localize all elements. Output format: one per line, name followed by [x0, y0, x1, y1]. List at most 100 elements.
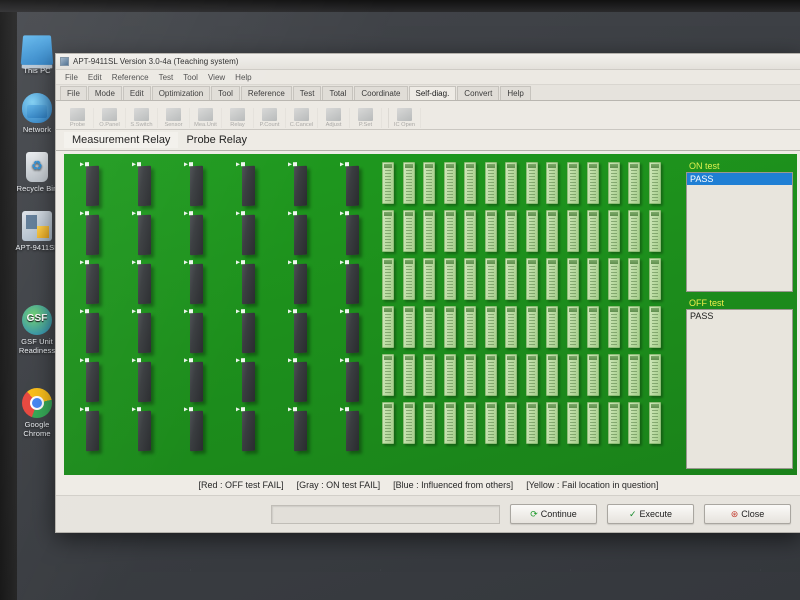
- light-relay[interactable]: [546, 258, 558, 300]
- tab-coordinate[interactable]: Coordinate: [354, 86, 408, 100]
- relay-map-canvas[interactable]: ON test PASS OFF test PASS: [64, 154, 797, 475]
- tab-reference[interactable]: Reference: [240, 86, 292, 100]
- light-relay[interactable]: [402, 402, 415, 444]
- page-tab-measurement-relay[interactable]: Measurement Relay: [64, 132, 179, 148]
- tab-convert[interactable]: Convert: [457, 86, 500, 100]
- page-tab-probe-relay[interactable]: Probe Relay: [178, 132, 255, 148]
- light-relay[interactable]: [443, 354, 456, 396]
- dark-relay[interactable]: [346, 263, 359, 305]
- dark-relay[interactable]: [346, 410, 359, 452]
- dark-relay[interactable]: [190, 410, 203, 452]
- light-relay[interactable]: [628, 210, 640, 252]
- title-bar[interactable]: APT-9411SL Version 3.0-4a (Teaching syst…: [56, 54, 800, 70]
- dark-relay[interactable]: [346, 312, 359, 354]
- light-relay[interactable]: [402, 306, 415, 348]
- light-relay[interactable]: [628, 402, 640, 444]
- light-relay[interactable]: [464, 258, 476, 300]
- light-relay[interactable]: [525, 162, 538, 204]
- light-relay[interactable]: [546, 306, 558, 348]
- dark-relay[interactable]: [86, 165, 99, 207]
- menu-item-file[interactable]: File: [60, 73, 83, 82]
- dark-relay[interactable]: [294, 263, 307, 305]
- dark-relay[interactable]: [138, 263, 151, 305]
- dark-relay[interactable]: [190, 361, 203, 403]
- light-relay[interactable]: [382, 162, 394, 204]
- dark-relay[interactable]: [294, 214, 307, 256]
- light-relay[interactable]: [587, 162, 599, 204]
- light-relay[interactable]: [648, 162, 661, 204]
- light-relay[interactable]: [648, 402, 661, 444]
- light-relay[interactable]: [464, 306, 476, 348]
- light-relay[interactable]: [484, 210, 497, 252]
- dark-relay[interactable]: [242, 165, 255, 207]
- tab-test[interactable]: Test: [292, 86, 322, 100]
- dark-relay[interactable]: [190, 312, 203, 354]
- dark-relay[interactable]: [242, 361, 255, 403]
- light-relay[interactable]: [484, 354, 497, 396]
- dark-relay[interactable]: [86, 361, 99, 403]
- light-relay[interactable]: [464, 354, 476, 396]
- dark-relay[interactable]: [86, 410, 99, 452]
- light-relay[interactable]: [566, 402, 579, 444]
- light-relay[interactable]: [505, 210, 517, 252]
- light-relay[interactable]: [505, 162, 517, 204]
- light-relay[interactable]: [628, 306, 640, 348]
- dark-relay[interactable]: [86, 312, 99, 354]
- dark-relay[interactable]: [138, 410, 151, 452]
- light-relay[interactable]: [443, 258, 456, 300]
- light-relay[interactable]: [587, 402, 599, 444]
- continue-button[interactable]: ⟳ Continue: [510, 504, 597, 524]
- light-relay[interactable]: [648, 210, 661, 252]
- light-relay[interactable]: [546, 210, 558, 252]
- toolbar-button-adjust[interactable]: Adjust: [318, 108, 350, 128]
- toolbar-button-relay[interactable]: Relay: [222, 108, 254, 128]
- light-relay[interactable]: [525, 402, 538, 444]
- toolbar-button-mea-unit[interactable]: Mea.Unit: [190, 108, 222, 128]
- dark-relay[interactable]: [138, 361, 151, 403]
- tab-optimization[interactable]: Optimization: [151, 86, 211, 100]
- light-relay[interactable]: [484, 162, 497, 204]
- light-relay[interactable]: [505, 354, 517, 396]
- toolbar-button-c-cancel[interactable]: C.Cancel: [286, 108, 318, 128]
- dark-relay[interactable]: [190, 165, 203, 207]
- tab-mode[interactable]: Mode: [87, 86, 122, 100]
- light-relay[interactable]: [443, 306, 456, 348]
- light-relay[interactable]: [464, 210, 476, 252]
- light-relay[interactable]: [423, 162, 435, 204]
- toolbar-button-sensor[interactable]: Sensor: [158, 108, 190, 128]
- light-relay[interactable]: [648, 354, 661, 396]
- light-relay[interactable]: [607, 354, 620, 396]
- light-relay[interactable]: [402, 354, 415, 396]
- dark-relay[interactable]: [242, 410, 255, 452]
- light-relay[interactable]: [546, 354, 558, 396]
- tab-file[interactable]: File: [60, 86, 87, 100]
- light-relay[interactable]: [423, 306, 435, 348]
- light-relay[interactable]: [484, 258, 497, 300]
- dark-relay[interactable]: [242, 263, 255, 305]
- light-relay[interactable]: [382, 210, 394, 252]
- execute-button[interactable]: ✓ Execute: [607, 504, 694, 524]
- light-relay[interactable]: [648, 306, 661, 348]
- light-relay[interactable]: [607, 306, 620, 348]
- light-relay[interactable]: [464, 162, 476, 204]
- light-relay[interactable]: [566, 354, 579, 396]
- light-relay[interactable]: [525, 306, 538, 348]
- light-relay[interactable]: [628, 354, 640, 396]
- light-relay[interactable]: [607, 210, 620, 252]
- light-relay[interactable]: [382, 258, 394, 300]
- dark-relay[interactable]: [242, 214, 255, 256]
- light-relay[interactable]: [402, 162, 415, 204]
- toolbar-button-o-panel[interactable]: O.Panel: [94, 108, 126, 128]
- light-relay[interactable]: [423, 258, 435, 300]
- off-test-list[interactable]: PASS: [686, 309, 793, 469]
- menu-item-help[interactable]: Help: [230, 73, 256, 82]
- light-relay[interactable]: [525, 210, 538, 252]
- on-test-result-row[interactable]: PASS: [687, 173, 792, 185]
- tab-tool[interactable]: Tool: [211, 86, 240, 100]
- light-relay[interactable]: [443, 210, 456, 252]
- light-relay[interactable]: [505, 258, 517, 300]
- menu-item-view[interactable]: View: [203, 73, 230, 82]
- light-relay[interactable]: [587, 354, 599, 396]
- light-relay[interactable]: [587, 306, 599, 348]
- tab-self-diag[interactable]: Self-diag.: [408, 86, 457, 100]
